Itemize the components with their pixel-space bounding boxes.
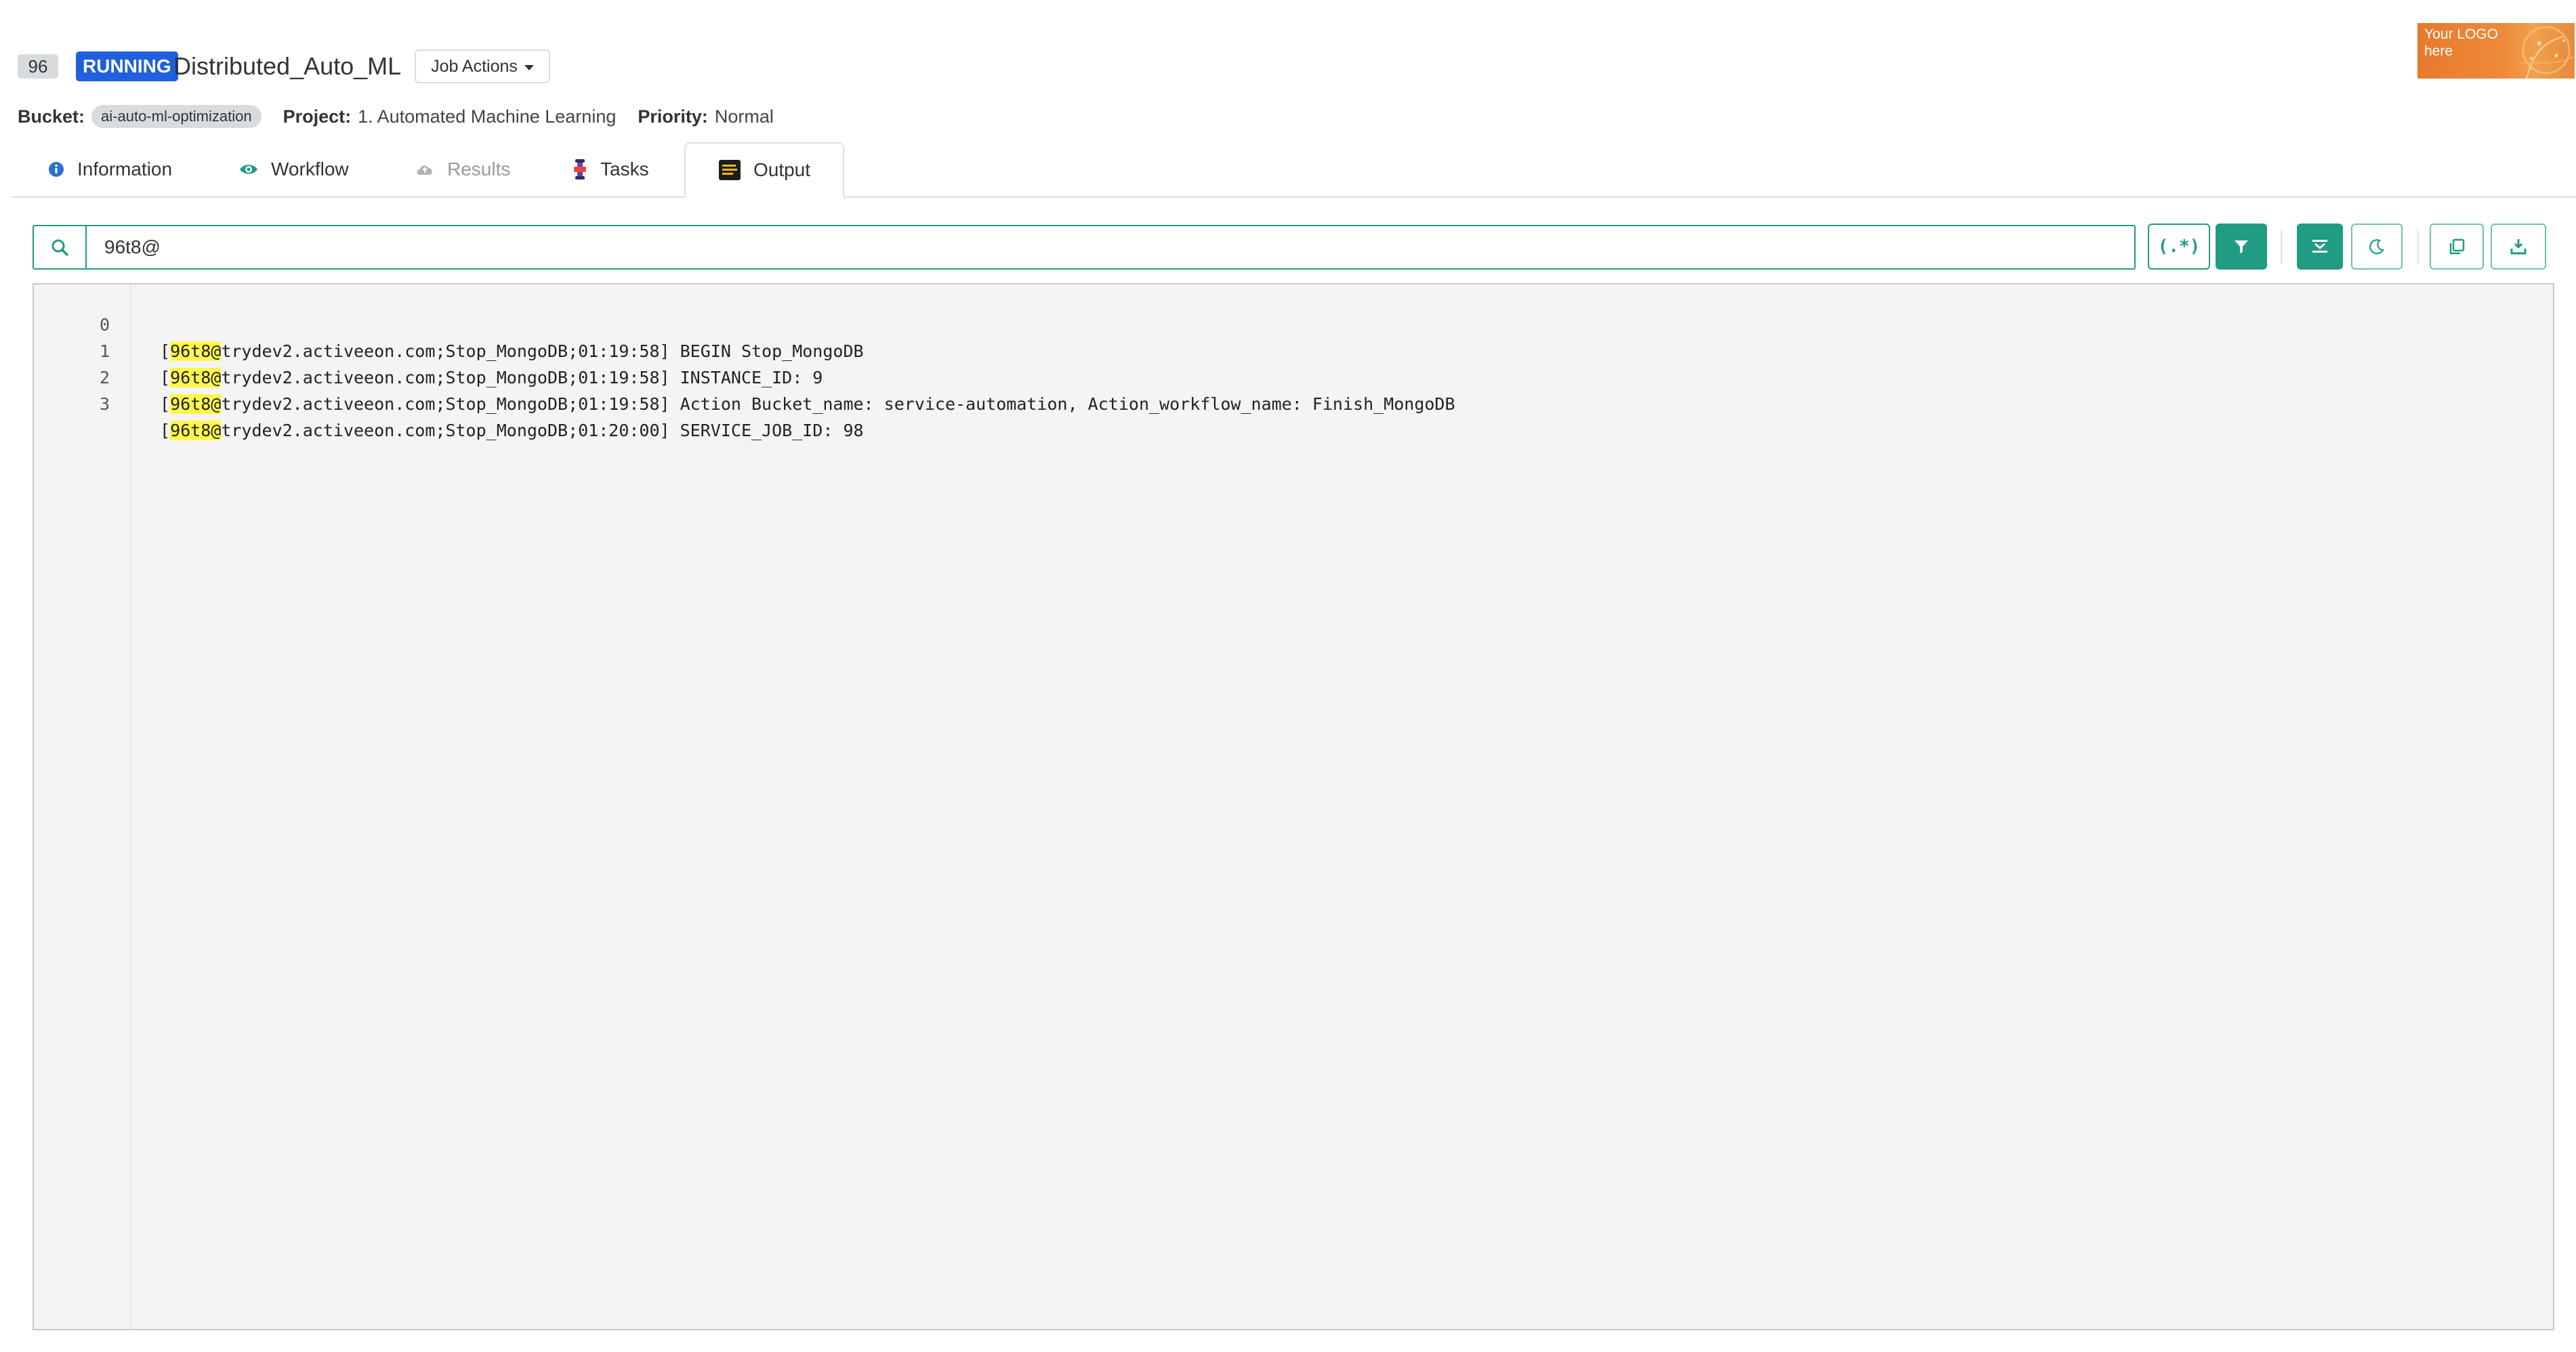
bucket-pill: ai-auto-ml-optimization <box>91 105 262 128</box>
priority-value: Normal <box>714 106 774 127</box>
tab-tasks-label: Tasks <box>600 159 649 179</box>
tab-workflow[interactable]: Workflow <box>238 142 349 196</box>
cloud-icon <box>417 165 432 175</box>
company-logo: Your LOGO here <box>2417 23 2575 79</box>
scroll-to-bottom-button[interactable] <box>2297 224 2343 270</box>
search-icon <box>51 239 68 256</box>
line-number: 3 <box>99 394 110 414</box>
tab-workflow-label: Workflow <box>271 159 349 179</box>
caret-down-icon <box>524 64 534 70</box>
copy-icon <box>2449 238 2465 255</box>
log-line: 0 [96t8@trydev2.activeeon.com;Stop_Mongo… <box>34 285 2553 361</box>
filter-icon <box>2235 240 2248 253</box>
output-icon <box>718 160 741 180</box>
status-badge: RUNNING <box>76 51 178 81</box>
download-button[interactable] <box>2491 224 2546 270</box>
log-line: 2 [96t8@trydev2.activeeon.com;Stop_Mongo… <box>34 338 2553 414</box>
project-value: 1. Automated Machine Learning <box>358 106 617 127</box>
log-line: 1 [96t8@trydev2.activeeon.com;Stop_Mongo… <box>34 312 2553 387</box>
log-line-text: [96t8@trydev2.activeeon.com;Stop_MongoDB… <box>160 394 1455 414</box>
eye-icon <box>240 165 257 174</box>
toolbar-divider <box>2281 230 2282 264</box>
logo-text: Your LOGO here <box>2424 26 2498 59</box>
job-id-badge: 96 <box>18 54 58 79</box>
log-line-text: [96t8@trydev2.activeeon.com;Stop_MongoDB… <box>160 421 864 440</box>
download-icon <box>2510 239 2527 255</box>
info-icon <box>49 162 64 177</box>
regex-toggle-label: (.*) <box>2157 236 2201 257</box>
tab-results-label: Results <box>447 159 511 179</box>
log-search-input[interactable] <box>87 226 2134 268</box>
dark-mode-button[interactable] <box>2351 224 2403 270</box>
job-meta: Bucket: ai-auto-ml-optimization Project:… <box>18 103 789 130</box>
job-actions-dropdown[interactable]: Job Actions <box>415 49 550 83</box>
project-label: Project: <box>283 106 352 127</box>
scroll-to-bottom-icon <box>2312 240 2327 253</box>
search-button[interactable] <box>34 226 87 268</box>
log-search-bar <box>33 225 2136 270</box>
tab-output[interactable]: Output <box>684 142 844 198</box>
tab-output-label: Output <box>753 159 811 180</box>
tab-information-label: Information <box>77 159 173 179</box>
search-match-highlight: 96t8@ <box>170 394 222 414</box>
filter-button[interactable] <box>2216 224 2267 270</box>
tab-information[interactable]: Information <box>47 142 172 196</box>
logo-graphic-icon <box>2518 26 2574 79</box>
job-actions-label: Job Actions <box>431 56 518 76</box>
log-output-panel[interactable]: 0 [96t8@trydev2.activeeon.com;Stop_Mongo… <box>33 283 2554 1330</box>
priority-label: Priority: <box>638 106 708 127</box>
dark-mode-moon-icon <box>2369 239 2384 255</box>
tab-tasks[interactable]: Tasks <box>572 142 649 196</box>
tab-bar: Information Workflow Results Tasks Outpu… <box>12 142 2576 198</box>
log-line: 3 [96t8@trydev2.activeeon.com;Stop_Mongo… <box>34 364 2553 440</box>
regex-toggle-button[interactable]: (.*) <box>2148 224 2210 270</box>
copy-button[interactable] <box>2430 224 2484 270</box>
tasks-icon <box>574 159 586 179</box>
bucket-label: Bucket: <box>18 106 85 127</box>
tab-results[interactable]: Results <box>415 142 510 196</box>
toolbar-divider <box>2417 230 2419 264</box>
job-name: Distributed_Auto_ML <box>173 52 402 80</box>
search-match-highlight: 96t8@ <box>170 421 222 440</box>
